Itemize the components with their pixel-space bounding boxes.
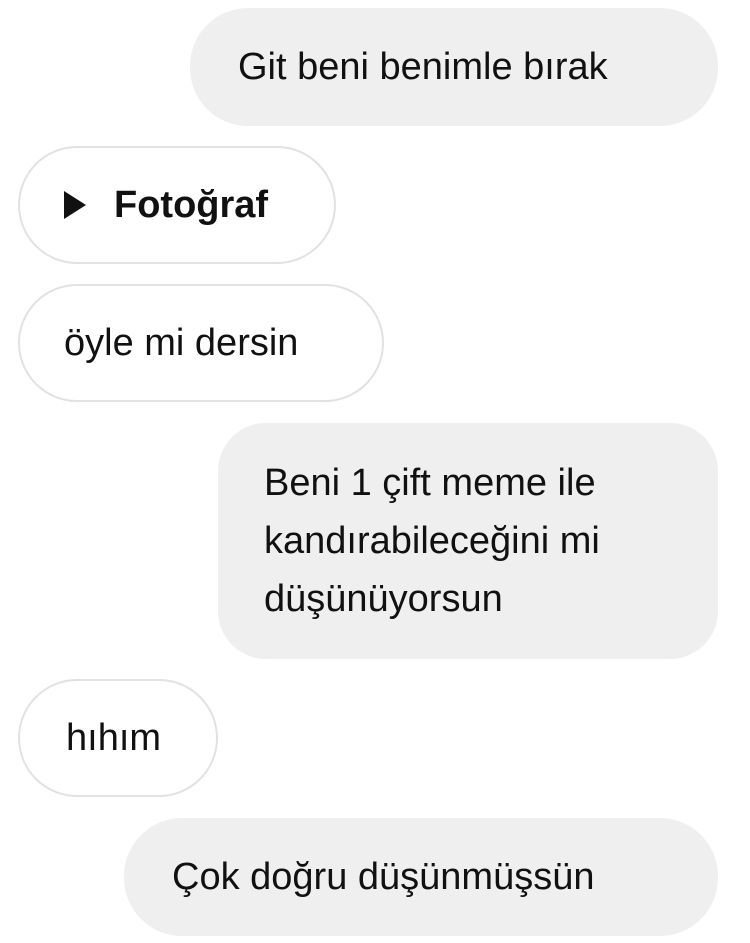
chat-thread: Git beni benimle bırak Fotoğraf öyle mi … [0, 0, 750, 943]
play-icon [64, 191, 86, 219]
photo-label: Fotoğraf [114, 184, 269, 226]
message-line: düşünüyorsun [264, 578, 503, 620]
message-text: Çok doğru düşünmüşsün [172, 856, 595, 898]
message-bubble-outgoing[interactable]: Beni 1 çift meme ile kandırabileceğini m… [218, 423, 718, 659]
message-text: öyle mi dersin [64, 322, 299, 364]
message-text: Git beni benimle bırak [238, 46, 608, 88]
message-bubble-incoming[interactable]: öyle mi dersin [18, 284, 384, 402]
message-bubble-outgoing[interactable]: Git beni benimle bırak [190, 8, 718, 126]
message-text: hıhım [66, 717, 162, 759]
message-bubble-incoming[interactable]: hıhım [18, 679, 218, 797]
message-bubble-outgoing[interactable]: Çok doğru düşünmüşsün [124, 818, 718, 936]
message-line: Beni 1 çift meme ile [264, 462, 596, 504]
message-line: kandırabileceğini mi [264, 520, 600, 562]
photo-message-bubble[interactable]: Fotoğraf [18, 146, 336, 264]
